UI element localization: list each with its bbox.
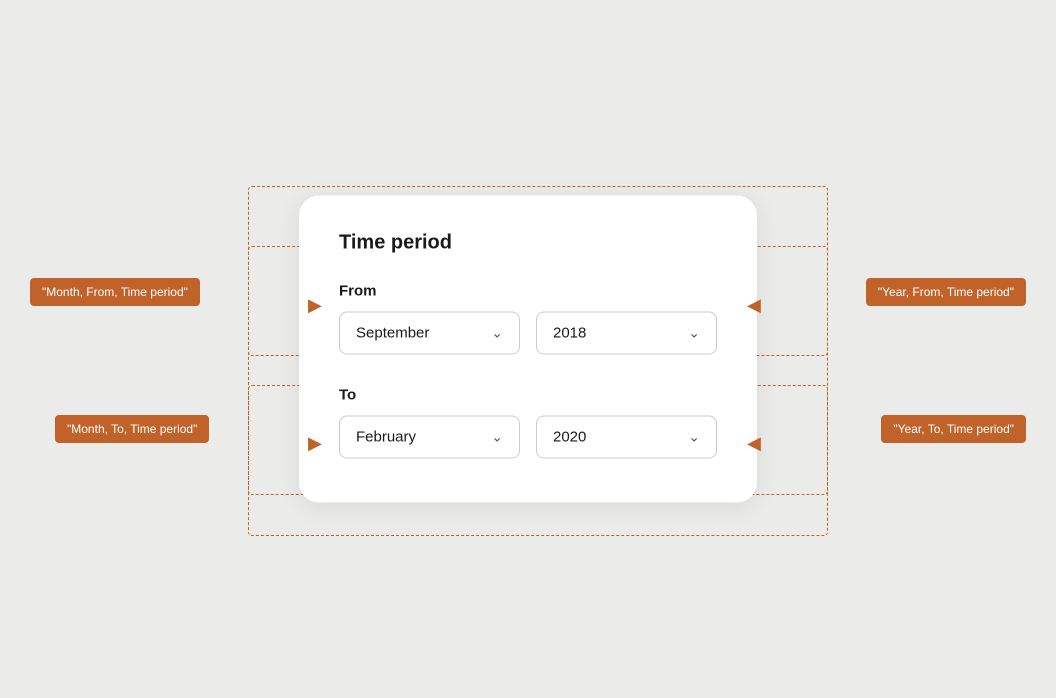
- from-label: From: [339, 283, 717, 300]
- to-year-chevron-icon: ⌄: [688, 429, 700, 446]
- time-period-card: Time period From September ⌄ 2018 ⌄ To F…: [299, 196, 757, 503]
- from-month-chevron-icon: ⌄: [491, 325, 503, 342]
- from-month-value: September: [356, 325, 429, 342]
- annotation-year-to: "Year, To, Time period": [881, 415, 1026, 443]
- from-dropdowns-row: September ⌄ 2018 ⌄: [339, 312, 717, 355]
- annotation-year-from: "Year, From, Time period": [866, 278, 1026, 306]
- scene: "Month, From, Time period" "Year, From, …: [0, 0, 1056, 698]
- to-month-value: February: [356, 429, 416, 446]
- to-month-chevron-icon: ⌄: [491, 429, 503, 446]
- to-year-dropdown[interactable]: 2020 ⌄: [536, 416, 717, 459]
- annotation-month-from: "Month, From, Time period": [30, 278, 200, 306]
- to-dropdowns-row: February ⌄ 2020 ⌄: [339, 416, 717, 459]
- from-year-value: 2018: [553, 325, 586, 342]
- from-month-dropdown[interactable]: September ⌄: [339, 312, 520, 355]
- to-month-dropdown[interactable]: February ⌄: [339, 416, 520, 459]
- to-label: To: [339, 387, 717, 404]
- annotation-month-to: "Month, To, Time period": [55, 415, 209, 443]
- to-year-value: 2020: [553, 429, 586, 446]
- from-year-chevron-icon: ⌄: [688, 325, 700, 342]
- from-year-dropdown[interactable]: 2018 ⌄: [536, 312, 717, 355]
- card-title: Time period: [339, 232, 717, 255]
